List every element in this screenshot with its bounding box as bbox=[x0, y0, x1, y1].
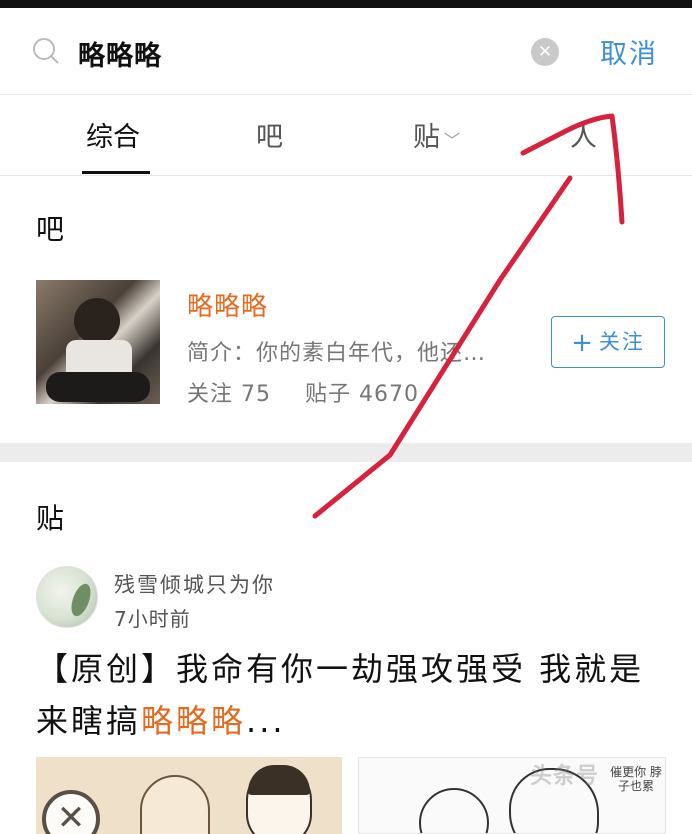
ba-section-title: 吧 bbox=[36, 213, 65, 246]
follow-button[interactable]: + 关注 bbox=[551, 316, 665, 368]
tab-bar: 综合 吧 贴 ﹀ 人 bbox=[0, 95, 692, 175]
search-input[interactable]: 略略略 bbox=[78, 34, 162, 73]
post-title-text: 【原创】我命有你一劫强攻强受 我就是来瞎搞 bbox=[36, 650, 645, 740]
watermark: 头条号 bbox=[530, 764, 600, 789]
section-separator bbox=[0, 443, 692, 462]
cancel-button[interactable]: 取消 bbox=[600, 32, 658, 71]
post-title-ellipsis: ... bbox=[246, 702, 286, 740]
forum-stats: 关注 75 贴子 4670 bbox=[187, 376, 419, 408]
post-time: 7小时前 bbox=[114, 607, 191, 631]
avatar[interactable] bbox=[36, 566, 98, 628]
status-bar-strip bbox=[0, 0, 692, 8]
post-author[interactable]: 残雪倾城只为你 bbox=[114, 569, 275, 599]
tab-active-indicator bbox=[82, 171, 150, 174]
forum-avatar[interactable] bbox=[36, 280, 160, 404]
search-icon bbox=[33, 38, 59, 64]
tab-all[interactable]: 综合 bbox=[86, 115, 140, 154]
tab-people[interactable]: 人 bbox=[570, 115, 597, 154]
follow-button-label: 关注 bbox=[598, 330, 645, 354]
post-image-2-caption: 催更你 脖子也累 bbox=[610, 765, 662, 793]
clear-icon[interactable]: ✕ bbox=[531, 38, 559, 66]
forum-posts-count: 贴子 4670 bbox=[305, 382, 419, 407]
tab-posts-label: 贴 bbox=[413, 122, 440, 153]
tab-posts[interactable]: 贴 ﹀ bbox=[413, 115, 460, 154]
chevron-down-icon: ﹀ bbox=[444, 130, 461, 150]
forum-followers: 关注 75 bbox=[187, 382, 271, 407]
post-title[interactable]: 【原创】我命有你一劫强攻强受 我就是来瞎搞略略略... bbox=[36, 643, 666, 747]
divider bbox=[0, 175, 692, 176]
forum-intro: 简介：你的素白年代，他还… bbox=[187, 341, 487, 366]
search-bar: 略略略 ✕ 取消 bbox=[0, 8, 692, 94]
forum-name[interactable]: 略略略 bbox=[187, 286, 268, 323]
plus-icon: + bbox=[571, 328, 595, 358]
post-section-title: 贴 bbox=[36, 502, 65, 535]
post-title-highlight: 略略略 bbox=[141, 702, 247, 740]
tab-ba[interactable]: 吧 bbox=[256, 115, 283, 154]
